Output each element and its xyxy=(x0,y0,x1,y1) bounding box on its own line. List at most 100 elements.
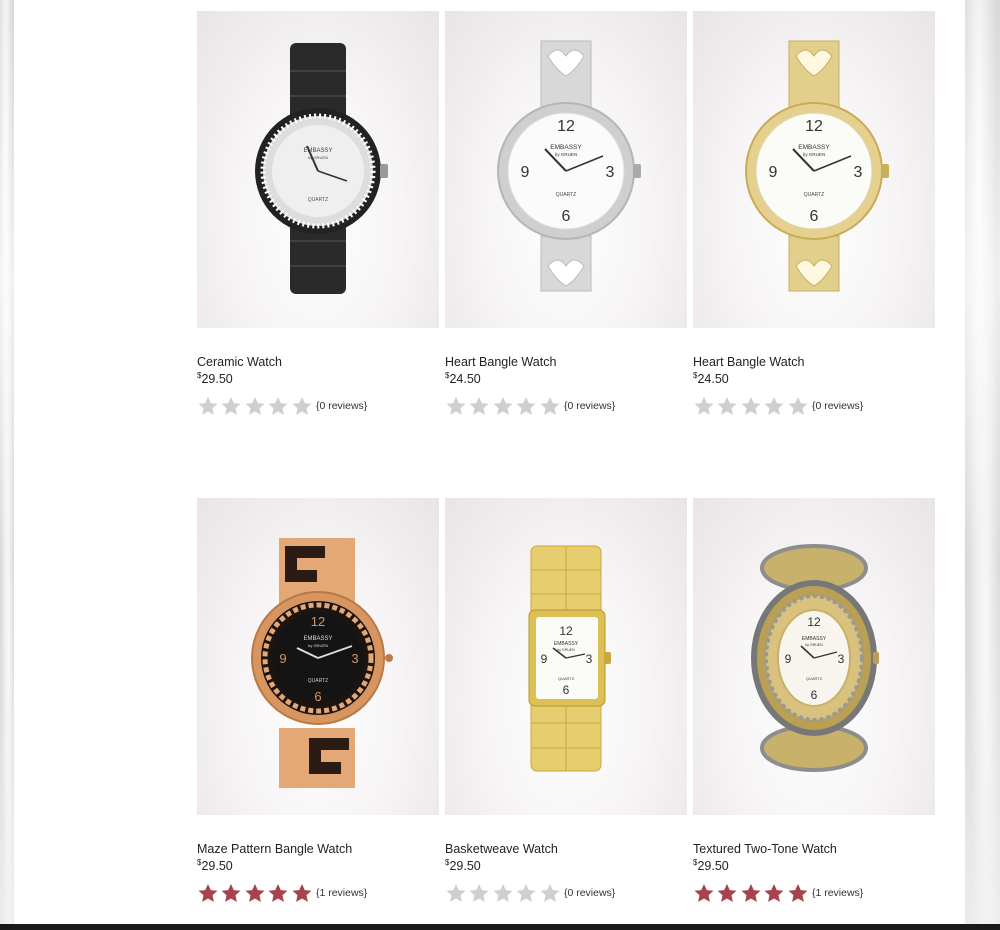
svg-text:9: 9 xyxy=(521,164,530,181)
star-rating xyxy=(197,882,314,904)
product-name-link[interactable]: Textured Two-Tone Watch xyxy=(693,842,837,856)
svg-text:QUARTZ: QUARTZ xyxy=(308,678,328,684)
svg-text:9: 9 xyxy=(541,652,548,666)
product-name-link[interactable]: Basketweave Watch xyxy=(445,842,558,856)
svg-text:EMBASSY: EMBASSY xyxy=(554,641,579,647)
reviews-link[interactable]: {0 reviews} xyxy=(564,887,615,899)
price-amount: 29.50 xyxy=(201,372,233,386)
product-rating: {0 reviews} xyxy=(445,395,615,417)
product-image-link[interactable]: 12 6 9 3 EMBASSY by GRUEN QUARTZ xyxy=(445,498,687,815)
price-amount: 24.50 xyxy=(449,372,481,386)
star-empty-icon xyxy=(540,397,560,415)
svg-text:3: 3 xyxy=(854,164,863,181)
product-rating: {1 reviews} xyxy=(197,882,367,904)
product-price: $29.50 xyxy=(197,371,233,386)
svg-text:12: 12 xyxy=(559,624,573,638)
black-ceramic-watch-icon: EMBASSY by GRUEN QUARTZ xyxy=(255,43,388,294)
star-filled-icon xyxy=(788,884,808,902)
svg-text:3: 3 xyxy=(586,652,593,666)
star-filled-icon xyxy=(221,884,241,902)
svg-text:12: 12 xyxy=(311,614,325,629)
product-price: $29.50 xyxy=(197,858,233,873)
svg-text:3: 3 xyxy=(838,652,845,666)
star-rating xyxy=(445,882,562,904)
star-empty-icon xyxy=(446,884,466,902)
svg-text:12: 12 xyxy=(557,118,575,135)
product-image-link[interactable]: EMBASSY by GRUEN QUARTZ xyxy=(197,11,439,328)
svg-text:3: 3 xyxy=(606,164,615,181)
svg-text:EMBASSY: EMBASSY xyxy=(798,144,830,151)
svg-text:QUARTZ: QUARTZ xyxy=(558,676,575,681)
star-filled-icon xyxy=(717,884,737,902)
reviews-link[interactable]: {1 reviews} xyxy=(316,887,367,899)
svg-text:EMBASSY: EMBASSY xyxy=(802,636,827,642)
page-background-left xyxy=(0,0,14,930)
product-card: 12 6 9 3 EMBASSY by GRUEN QUARTZ Basketweav… xyxy=(445,498,687,902)
product-name-link[interactable]: Ceramic Watch xyxy=(197,355,282,369)
product-image-link[interactable]: 12 6 9 3 EMBASSY by GRUEN QUARTZ xyxy=(445,11,687,328)
product-card: 12 6 9 3 EMBASSY by GRUEN QUARTZ Heart Bang… xyxy=(445,11,687,415)
svg-text:12: 12 xyxy=(805,118,823,135)
svg-text:by GRUEN: by GRUEN xyxy=(557,648,575,652)
svg-text:6: 6 xyxy=(314,689,321,704)
star-filled-icon xyxy=(292,884,312,902)
svg-text:by GRUEN: by GRUEN xyxy=(555,152,577,157)
product-image-link[interactable]: 12 6 9 3 EMBASSY by GRUEN QUARTZ xyxy=(197,498,439,815)
product-rating: {0 reviews} xyxy=(197,395,367,417)
star-rating xyxy=(197,395,314,417)
product-card: 12 6 9 3 EMBASSY by GRUEN QUARTZ Maze Patte… xyxy=(197,498,439,902)
price-amount: 24.50 xyxy=(697,372,729,386)
svg-text:QUARTZ: QUARTZ xyxy=(804,192,824,198)
svg-text:9: 9 xyxy=(785,652,792,666)
star-filled-icon xyxy=(198,884,218,902)
basketweave-watch-icon: 12 6 9 3 EMBASSY by GRUEN QUARTZ xyxy=(528,545,611,772)
svg-text:by GRUEN: by GRUEN xyxy=(805,643,823,647)
product-price: $29.50 xyxy=(693,858,729,873)
svg-text:6: 6 xyxy=(811,688,818,702)
product-name-link[interactable]: Maze Pattern Bangle Watch xyxy=(197,842,352,856)
gold-bangle-watch-icon: 12 6 9 3 EMBASSY by GRUEN QUARTZ xyxy=(745,40,889,292)
reviews-link[interactable]: {0 reviews} xyxy=(316,400,367,412)
star-empty-icon xyxy=(245,397,265,415)
product-image-link[interactable]: 12 6 9 3 EMBASSY by GRUEN QUARTZ xyxy=(693,498,935,815)
svg-text:EMBASSY: EMBASSY xyxy=(303,636,332,642)
star-empty-icon xyxy=(198,397,218,415)
svg-text:6: 6 xyxy=(810,208,819,225)
svg-text:6: 6 xyxy=(563,683,570,697)
product-price: $29.50 xyxy=(445,858,481,873)
svg-text:9: 9 xyxy=(279,651,286,666)
product-price: $24.50 xyxy=(693,371,729,386)
star-empty-icon xyxy=(469,397,489,415)
product-name-link[interactable]: Heart Bangle Watch xyxy=(693,355,804,369)
two-tone-watch-icon: 12 6 9 3 EMBASSY by GRUEN QUARTZ xyxy=(751,544,879,772)
reviews-link[interactable]: {1 reviews} xyxy=(812,887,863,899)
svg-text:12: 12 xyxy=(807,615,821,629)
svg-text:QUARTZ: QUARTZ xyxy=(308,197,328,203)
star-empty-icon xyxy=(221,397,241,415)
silver-bangle-watch-icon: 12 6 9 3 EMBASSY by GRUEN QUARTZ xyxy=(497,40,641,292)
star-empty-icon xyxy=(540,884,560,902)
svg-text:3: 3 xyxy=(351,651,358,666)
product-name-link[interactable]: Heart Bangle Watch xyxy=(445,355,556,369)
reviews-link[interactable]: {0 reviews} xyxy=(812,400,863,412)
svg-text:QUARTZ: QUARTZ xyxy=(806,676,823,681)
star-filled-icon xyxy=(764,884,784,902)
star-empty-icon xyxy=(268,397,288,415)
star-empty-icon xyxy=(446,397,466,415)
reviews-link[interactable]: {0 reviews} xyxy=(564,400,615,412)
svg-text:by GRUEN: by GRUEN xyxy=(803,152,825,157)
star-empty-icon xyxy=(493,884,513,902)
page-background-right xyxy=(965,0,1000,930)
star-empty-icon xyxy=(741,397,761,415)
star-empty-icon xyxy=(469,884,489,902)
svg-text:QUARTZ: QUARTZ xyxy=(556,192,576,198)
product-price: $24.50 xyxy=(445,371,481,386)
product-card: EMBASSY by GRUEN QUARTZ Ceramic Watch $2… xyxy=(197,11,439,415)
product-rating: {0 reviews} xyxy=(445,882,615,904)
maze-bangle-watch-icon: 12 6 9 3 EMBASSY by GRUEN QUARTZ xyxy=(251,538,393,788)
price-amount: 29.50 xyxy=(697,859,729,873)
star-empty-icon xyxy=(516,397,536,415)
star-filled-icon xyxy=(268,884,288,902)
star-empty-icon xyxy=(493,397,513,415)
product-image-link[interactable]: 12 6 9 3 EMBASSY by GRUEN QUARTZ xyxy=(693,11,935,328)
